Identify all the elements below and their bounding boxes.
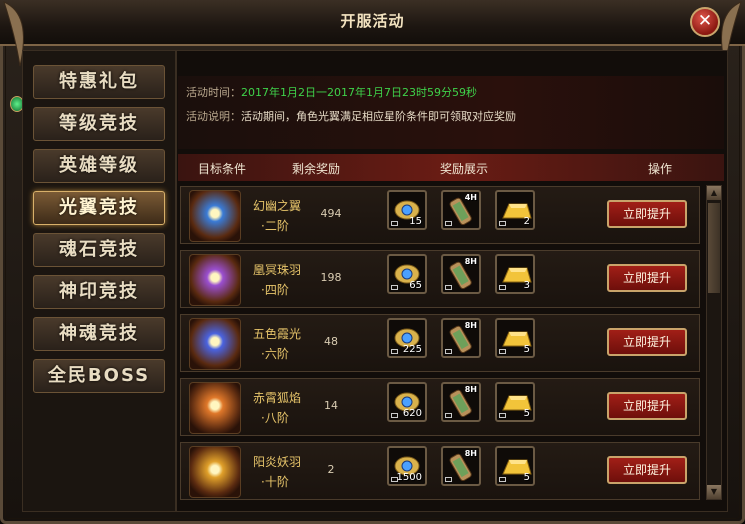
reward-count: 5 [523, 472, 530, 483]
wing-name: 五色霞光 [253, 327, 302, 341]
sidebar-item-level-race[interactable]: 等级竞技 [33, 107, 165, 141]
wing-stage: ·十阶 [261, 475, 289, 489]
desc-value: 活动期间，角色光翼满足相应星阶条件即可领取对应奖励 [241, 110, 516, 123]
reward-count: 225 [402, 344, 422, 355]
duration-tag: 8H [464, 321, 477, 330]
reward-count: 5 [523, 408, 530, 419]
reward-count: 620 [402, 408, 422, 419]
reward-slot-gem[interactable]: 620 [387, 382, 427, 422]
wing-icon [189, 382, 241, 434]
bind-icon [445, 285, 452, 290]
window-title: 开服活动 [340, 12, 405, 30]
sidebar: 特惠礼包 等级竞技 英雄等级 光翼竞技 魂石竞技 神印竞技 神魂竞技 全民BOS… [22, 50, 176, 512]
sidebar-item-spirit-race[interactable]: 神魂竞技 [33, 317, 165, 351]
event-info: 活动时间：2017年1月2日一2017年1月7日23时59分59秒 活动说明：活… [178, 76, 724, 149]
reward-count: 3 [523, 280, 530, 291]
scroll-down-button[interactable]: ▼ [707, 485, 721, 499]
sidebar-item-hero-level[interactable]: 英雄等级 [33, 149, 165, 183]
bind-icon [391, 413, 398, 418]
scroll-up-button[interactable]: ▲ [707, 186, 721, 200]
duration-tag: 8H [464, 385, 477, 394]
reward-slot-gem[interactable]: 15 [387, 190, 427, 230]
reward-slot-scroll[interactable]: 8H [441, 382, 481, 422]
bind-icon [499, 221, 506, 226]
header-reward: 奖励展示 [440, 162, 489, 176]
wing-name: 凰冥珠羽 [253, 263, 302, 277]
reward-slot-scroll[interactable]: 8H [441, 446, 481, 486]
wing-stage: ·四阶 [261, 283, 289, 297]
bind-icon [499, 413, 506, 418]
reward-slot-scroll[interactable]: 8H [441, 318, 481, 358]
bind-icon [499, 285, 506, 290]
bind-icon [445, 477, 452, 482]
wing-icon [189, 254, 241, 306]
wing-stage: ·二阶 [261, 219, 289, 233]
upgrade-now-button[interactable]: 立即提升 [607, 456, 687, 484]
scroll-thumb[interactable] [708, 203, 720, 293]
header-action: 操作 [648, 162, 673, 176]
duration-tag: 8H [464, 449, 477, 458]
wing-stage: ·八阶 [261, 411, 289, 425]
sidebar-item-special-gift[interactable]: 特惠礼包 [33, 65, 165, 99]
wing-icon [189, 318, 241, 370]
duration-tag: 4H [464, 193, 477, 202]
upgrade-now-button[interactable]: 立即提升 [607, 200, 687, 228]
reward-slot-scroll[interactable]: 4H [441, 190, 481, 230]
table-row: 凰冥珠羽 ·四阶 198 65 8H 3 立即提升 [180, 250, 700, 308]
reward-slot-gem[interactable]: 65 [387, 254, 427, 294]
bind-icon [445, 221, 452, 226]
wing-name: 幻幽之翼 [253, 199, 302, 213]
wing-icon [189, 446, 241, 498]
remaining-count: 2 [327, 463, 335, 476]
sidebar-item-seal-race[interactable]: 神印竞技 [33, 275, 165, 309]
header-remain: 剩余奖励 [292, 162, 341, 176]
upgrade-now-button[interactable]: 立即提升 [607, 264, 687, 292]
table-row: 幻幽之翼 ·二阶 494 15 4H 2 立即提升 [180, 186, 700, 244]
bind-icon [445, 349, 452, 354]
upgrade-now-button[interactable]: 立即提升 [607, 328, 687, 356]
bind-icon [391, 221, 398, 226]
reward-slot-gem[interactable]: 225 [387, 318, 427, 358]
wing-icon [189, 190, 241, 242]
remaining-count: 14 [324, 399, 338, 412]
table-row: 赤霄狐焰 ·八阶 14 620 8H 5 立即提升 [180, 378, 700, 436]
time-label: 活动时间： [186, 86, 241, 99]
reward-slot-gold[interactable]: 5 [495, 382, 535, 422]
bind-icon [391, 285, 398, 290]
scrollbar[interactable]: ▲ ▼ [706, 185, 722, 500]
desc-label: 活动说明： [186, 110, 241, 123]
table-row: 阳炎妖羽 ·十阶 2 1500 8H 5 立即提升 [180, 442, 700, 500]
remaining-count: 48 [324, 335, 338, 348]
reward-count: 1500 [396, 472, 422, 483]
remaining-count: 198 [320, 271, 342, 284]
reward-slot-gold[interactable]: 2 [495, 190, 535, 230]
bind-icon [391, 349, 398, 354]
header-target: 目标条件 [198, 162, 247, 176]
remaining-count: 494 [320, 207, 342, 220]
sidebar-item-soulstone-race[interactable]: 魂石竞技 [33, 233, 165, 267]
bind-icon [499, 349, 506, 354]
reward-slot-gold[interactable]: 5 [495, 318, 535, 358]
bind-icon [499, 477, 506, 482]
time-value: 2017年1月2日一2017年1月7日23时59分59秒 [241, 86, 477, 99]
upgrade-now-button[interactable]: 立即提升 [607, 392, 687, 420]
sidebar-item-world-boss[interactable]: 全民BOSS [33, 359, 165, 393]
reward-count: 5 [523, 344, 530, 355]
table-header: 目标条件 剩余奖励 奖励展示 操作 [178, 154, 724, 181]
wing-stage: ·六阶 [261, 347, 289, 361]
bind-icon [445, 413, 452, 418]
duration-tag: 8H [464, 257, 477, 266]
reward-count: 65 [409, 280, 422, 291]
reward-slot-scroll[interactable]: 8H [441, 254, 481, 294]
reward-slot-gem[interactable]: 1500 [387, 446, 427, 486]
sidebar-item-wing-race[interactable]: 光翼竞技 [33, 191, 165, 225]
reward-slot-gold[interactable]: 5 [495, 446, 535, 486]
reward-slot-gold[interactable]: 3 [495, 254, 535, 294]
title-bar: 开服活动 ✕ [0, 0, 745, 46]
reward-count: 15 [409, 216, 422, 227]
wing-name: 赤霄狐焰 [253, 391, 302, 405]
reward-count: 2 [523, 216, 530, 227]
wing-name: 阳炎妖羽 [253, 455, 302, 469]
table-row: 五色霞光 ·六阶 48 225 8H 5 立即提升 [180, 314, 700, 372]
